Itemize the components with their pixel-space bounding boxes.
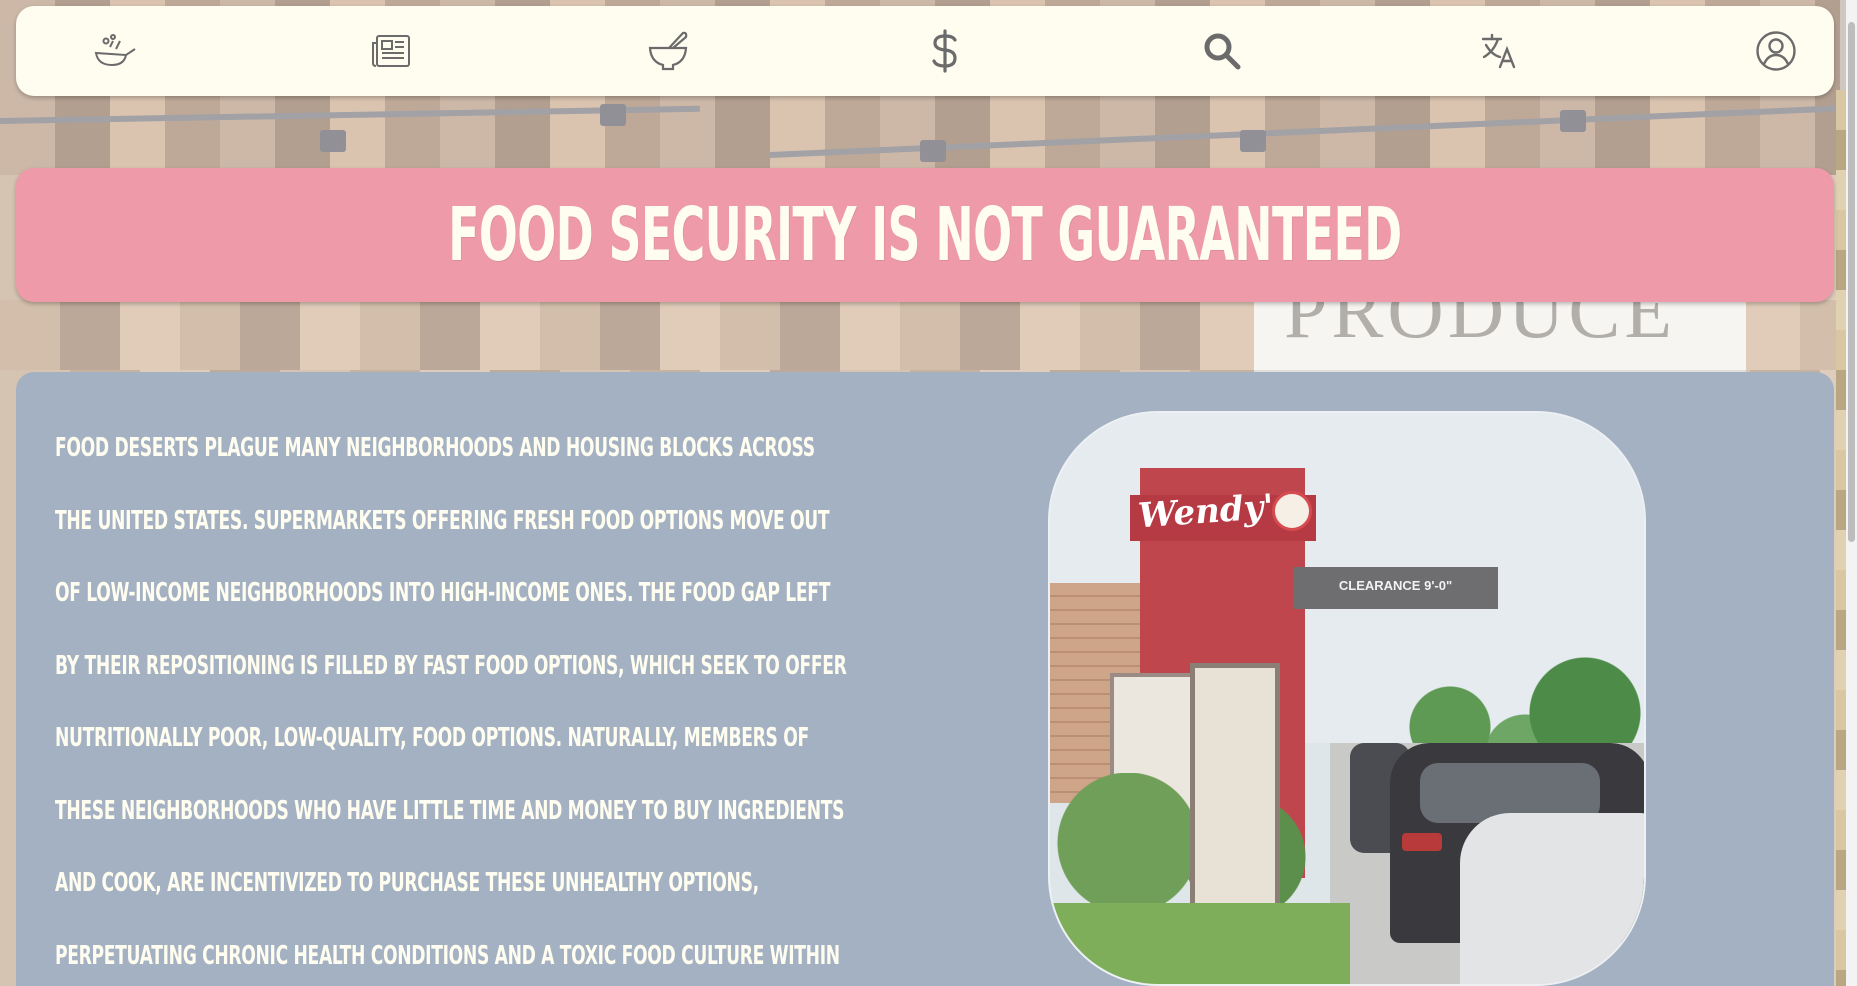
paragraph-line: Food deserts plague many neighborhoods a… <box>55 433 815 463</box>
page-title: FOOD SECURITY IS NOT GUARANTEED <box>448 192 1402 278</box>
nav-search-button[interactable] <box>1194 23 1250 79</box>
cooking-pan-icon <box>94 34 136 67</box>
page-scrollbar[interactable] <box>1846 0 1857 986</box>
nav-language-button[interactable] <box>1471 23 1527 79</box>
photo-canopy: CLEARANCE 9'-0" <box>1293 567 1498 609</box>
paragraph-line: of low-income neighborhoods into high-in… <box>55 578 831 608</box>
paragraph-line: these neighborhoods who have little time… <box>55 795 845 826</box>
translate-icon <box>1481 33 1516 69</box>
paragraph-line: the United States. Supermarkets offering… <box>55 505 830 536</box>
content-panel: Food deserts plague many neighborhoods a… <box>16 372 1834 986</box>
newspaper-icon <box>372 35 410 67</box>
paragraph-line: by their repositioning is filled by fast… <box>55 650 847 681</box>
nav-donate-button[interactable] <box>917 23 973 79</box>
drive-thru-photo: Wendy's CLEARANCE 9'-0" <box>1048 411 1646 986</box>
dollar-icon <box>932 29 957 73</box>
top-nav-bar <box>16 6 1834 96</box>
paragraph-line: perpetuating chronic health conditions a… <box>55 940 840 971</box>
photo-brand-logo <box>1272 491 1312 531</box>
nav-recipes-button[interactable] <box>640 23 696 79</box>
account-icon <box>1756 31 1796 71</box>
mortar-pestle-icon <box>648 31 688 71</box>
title-banner: FOOD SECURITY IS NOT GUARANTEED <box>16 168 1834 302</box>
paragraph-line: and cook, are incentivized to purchase t… <box>55 868 759 898</box>
photo-grass <box>1050 903 1350 984</box>
nav-cooking-button[interactable] <box>86 23 142 79</box>
background-shelf-edge <box>1836 90 1846 986</box>
nav-news-button[interactable] <box>363 23 419 79</box>
paragraph-line: nutritionally poor, low-quality, food op… <box>55 723 809 753</box>
search-icon <box>1204 33 1241 70</box>
intro-paragraph: Food deserts plague many neighborhoods a… <box>55 412 955 986</box>
photo-car-taillight <box>1402 833 1442 851</box>
photo-canopy-text: CLEARANCE 9'-0" <box>1338 578 1453 593</box>
photo-car <box>1460 813 1644 984</box>
nav-account-button[interactable] <box>1748 23 1804 79</box>
scrollbar-thumb[interactable] <box>1848 22 1855 542</box>
